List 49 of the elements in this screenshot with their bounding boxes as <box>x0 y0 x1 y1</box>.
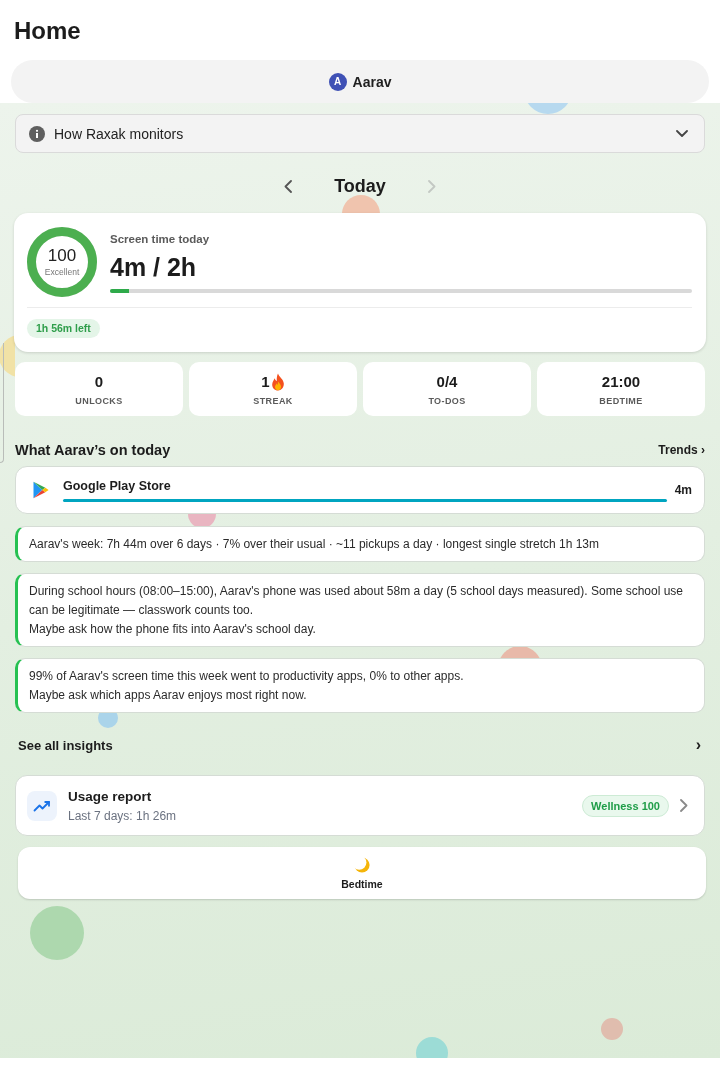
info-icon <box>29 125 45 142</box>
score-rating: Excellent <box>44 267 80 277</box>
score-value: 100 <box>47 247 77 265</box>
app-time: 4m <box>674 483 692 497</box>
background-bubble <box>416 1037 448 1058</box>
moon-icon <box>354 857 370 873</box>
background-bubble <box>97 713 119 728</box>
see-all-insights-link[interactable]: See all insights <box>18 737 113 753</box>
chevron-down-icon <box>676 129 688 138</box>
app-name: Google Play Store <box>63 478 172 494</box>
stat-value: 21:00 <box>601 373 641 391</box>
profile-switcher[interactable]: A Aarav <box>11 60 709 103</box>
info-accordion[interactable]: How Raxak monitors <box>15 114 705 153</box>
stat-label: TO-DOS <box>428 396 466 407</box>
insight-text: 99% of Aarav's screen time this week went to productivity apps, 0% to other apps. <box>29 668 465 685</box>
background-bubble <box>30 906 84 960</box>
report-title: Usage report <box>68 787 152 805</box>
insight-text: During school hours (08:00–15:00), Aarav's phone was used about 58m a day (5 school days measured). Some school use can be legitimate — classwork counts too. <box>29 583 684 619</box>
insight-prompt: Maybe ask how the phone fits into Aarav's school day. <box>29 621 317 638</box>
app-usage-card[interactable]: Google Play Store 4m <box>15 466 705 514</box>
profile-name: Aarav <box>352 73 392 90</box>
stat-label: UNLOCKS <box>75 396 123 407</box>
bedtime-button[interactable]: Bedtime <box>18 847 706 899</box>
see-all-chevron[interactable]: › <box>695 737 701 753</box>
avatar: A <box>328 72 347 91</box>
background-bubble <box>601 1018 623 1040</box>
section-title: What Aarav’s on today <box>15 442 171 458</box>
time-left-chip: 1h 56m left <box>27 319 100 338</box>
flame-icon <box>270 373 285 391</box>
page-title: Home <box>14 16 82 46</box>
stat-value: 0 <box>94 373 104 391</box>
trends-link[interactable]: Trends › <box>658 443 705 457</box>
date-label: Today <box>334 175 386 197</box>
stat-label: BEDTIME <box>599 396 643 407</box>
insight-prompt: Maybe ask which apps Aarav enjoys most right now. <box>29 687 308 704</box>
stat-label: STREAK <box>253 396 293 407</box>
background-bubble <box>188 514 216 526</box>
chevron-right-icon <box>680 799 688 812</box>
trending-up-icon <box>27 790 57 821</box>
screen-time-value: 4m / 2h <box>110 252 198 282</box>
stat-value: 1 <box>261 373 270 391</box>
usage-report-card[interactable]: Usage report Last 7 days: 1h 26m Wellness 100 <box>15 775 705 836</box>
play-icon <box>33 481 49 499</box>
wellness-chip: Wellness 100 <box>582 794 669 817</box>
screen-time-label: Screen time today <box>110 232 211 246</box>
report-subtitle: Last 7 days: 1h 26m <box>68 807 177 824</box>
insight-text: Aarav's week: 7h 44m over 6 days · 7% over their usual · ~11 pickups a day · longest single stretch 1h 13m <box>29 536 601 553</box>
chevron-left-icon[interactable] <box>284 179 293 193</box>
stat-value: 0/4 <box>436 373 458 391</box>
